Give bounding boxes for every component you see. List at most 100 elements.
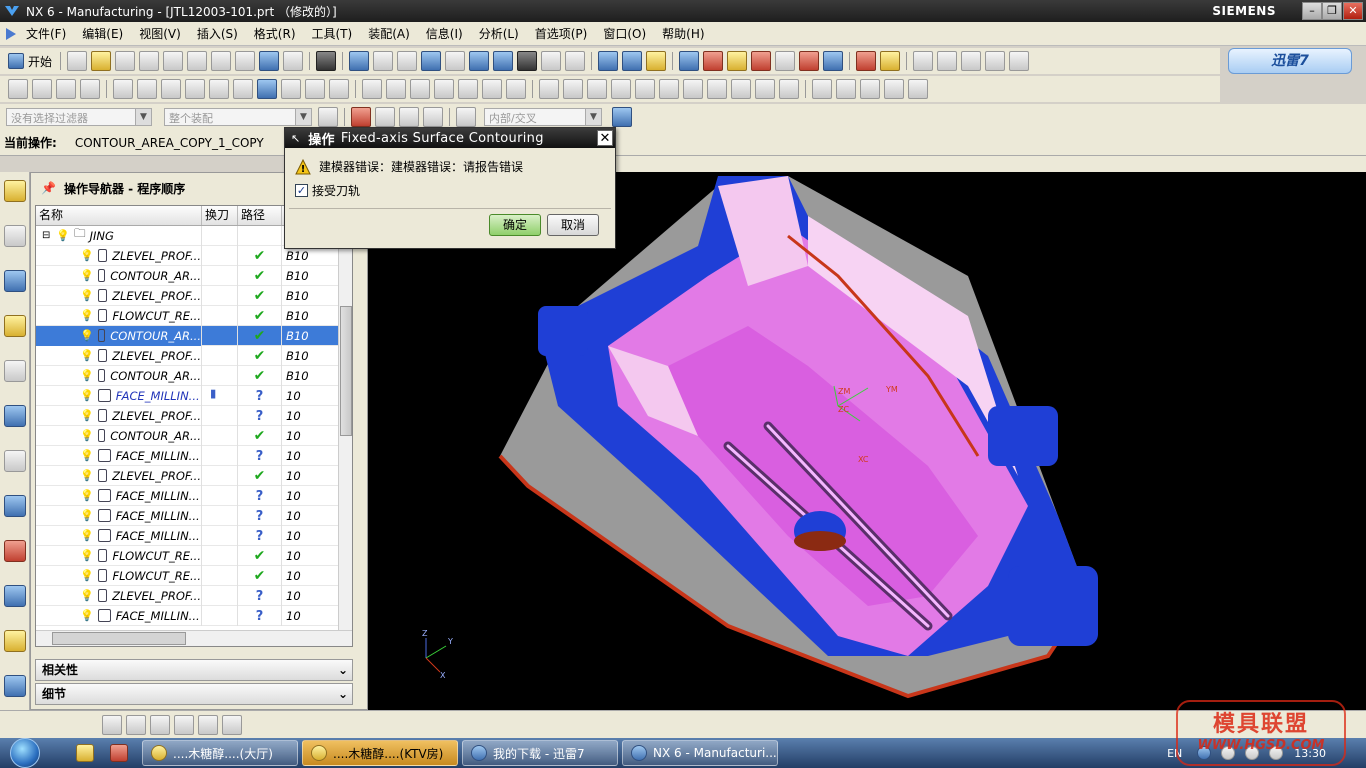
menu-insert[interactable]: 插入(S) [189,25,246,42]
machine-tool-view-icon[interactable] [137,79,157,99]
trim-icon[interactable] [884,79,904,99]
program-order-view-icon[interactable] [113,79,133,99]
menu-preferences[interactable]: 首选项(P) [527,25,596,42]
hide-icon[interactable] [985,51,1006,71]
cancel-button[interactable]: 取消 [547,214,599,236]
menu-analysis[interactable]: 分析(L) [471,25,527,42]
undo-icon[interactable] [259,51,280,71]
body-rule-icon[interactable] [423,107,443,127]
palette-tab-icon[interactable] [4,540,26,562]
edit-object-icon[interactable] [362,79,382,99]
paste-icon[interactable] [211,51,232,71]
postprocess-icon[interactable] [305,79,325,99]
ref-tool-icon[interactable] [731,79,751,99]
snap-options-icon[interactable] [351,107,371,127]
assembly-nav-tab-icon[interactable] [4,180,26,202]
process-studio-tab-icon[interactable] [4,585,26,607]
task-chat-hall[interactable]: ....木糖醇....(大厅) [142,740,298,766]
snap-quadrant-icon[interactable] [799,51,820,71]
tool-path-icon[interactable] [563,79,583,99]
list-path-icon[interactable] [281,79,301,99]
operation-row[interactable]: 💡 ZLEVEL_PROF... ✔ 10 [36,465,352,486]
ok-button[interactable]: 确定 [489,214,541,236]
create-tool-icon[interactable] [32,79,52,99]
roles-tab-icon[interactable] [4,630,26,652]
xunlei-badge[interactable]: 迅雷7 [1228,48,1352,74]
menu-window[interactable]: 窗口(O) [595,25,654,42]
menu-assembly[interactable]: 装配(A) [360,25,418,42]
operation-row[interactable]: 💡 FACE_MILLIN...? 10 [36,525,352,546]
wcs-icon[interactable] [598,51,619,71]
menu-help[interactable]: 帮助(H) [654,25,712,42]
cube-select-icon[interactable] [612,107,632,127]
info-object-icon[interactable] [611,79,631,99]
csys-icon[interactable] [198,714,218,735]
column-name[interactable]: 名称 [36,206,202,225]
repeat-command-icon[interactable] [283,51,304,71]
point-icon[interactable] [126,714,146,735]
menu-format[interactable]: 格式(R) [246,25,304,42]
horizontal-scrollbar[interactable] [36,630,352,646]
menu-file[interactable]: 文件(F) [18,25,74,42]
lock-path-icon[interactable] [779,79,799,99]
snap-center-icon[interactable] [775,51,796,71]
close-window-button[interactable]: ✕ [1343,2,1363,20]
pan-icon[interactable] [445,51,466,71]
extend-icon[interactable] [908,79,928,99]
obj-feature-icon[interactable] [635,79,655,99]
accept-path-checkbox-row[interactable]: ✓ 接受刀轨 [295,182,360,199]
media-player-icon[interactable] [110,744,128,762]
measure-distance-icon[interactable] [222,714,242,735]
geometry-view-icon[interactable] [161,79,181,99]
constraint-nav-tab-icon[interactable] [4,225,26,247]
reuse-library-tab-icon[interactable] [4,360,26,382]
operation-row[interactable]: 💡 CONTOUR_AR... ✔ 10 [36,425,352,446]
snap-mid-icon[interactable] [751,51,772,71]
operation-row[interactable]: 💡 FLOWCUT_RE... ✔ 10 [36,545,352,566]
operation-row[interactable]: 💡 FACE_MILLIN...? 10 [36,485,352,506]
shop-doc-icon[interactable] [329,79,349,99]
zoom-in-out-icon[interactable] [397,51,418,71]
operation-row[interactable]: 💡 ZLEVEL_PROF... ✔ B10 [36,245,352,266]
fit-view-icon[interactable] [349,51,370,71]
create-method-icon[interactable] [80,79,100,99]
open-file-icon[interactable] [91,51,112,71]
operation-row[interactable]: 💡 FLOWCUT_RE... ✔ 10 [36,565,352,586]
background-icon[interactable] [541,51,562,71]
invert-show-icon[interactable] [937,51,958,71]
rename-object-icon[interactable] [458,79,478,99]
new-file-icon[interactable] [67,51,88,71]
layer-icon[interactable] [565,51,586,71]
rotate-wcs-icon[interactable] [646,51,667,71]
print-icon[interactable] [139,51,160,71]
machine-nav-tab-icon[interactable] [4,315,26,337]
dialog-close-button[interactable]: ✕ [597,130,613,146]
pin-icon[interactable]: 📌 [41,181,56,195]
orient-view-icon[interactable] [493,51,514,71]
system-materials-tab-icon[interactable] [4,495,26,517]
task-chat-ktv[interactable]: ....木糖醇....(KTV房) [302,740,458,766]
operation-row[interactable]: 💡 ZLEVEL_PROF...? 10 [36,585,352,606]
generate-path-icon[interactable] [209,79,229,99]
menu-edit[interactable]: 编辑(E) [74,25,131,42]
display-object-icon[interactable] [506,79,526,99]
color-palette-icon[interactable] [880,51,901,71]
system-scenes-tab-icon[interactable] [4,675,26,697]
create-geometry-icon[interactable] [56,79,76,99]
start-button[interactable] [10,738,40,768]
column-tool-change[interactable]: 换刀 [202,206,238,225]
operation-row[interactable]: 💡 ZLEVEL_PROF... ✔ B10 [36,345,352,366]
delete-path-icon[interactable] [755,79,775,99]
cancel-x-icon[interactable] [812,79,832,99]
save-icon[interactable] [115,51,136,71]
datum-icon[interactable] [150,714,170,735]
create-program-icon[interactable] [8,79,28,99]
web-browser-tab-icon[interactable] [4,405,26,427]
operation-row[interactable]: 💡 FACE_MILLIN...? 10 [36,605,352,626]
task-nx6[interactable]: NX 6 - Manufacturi... [622,740,778,766]
operation-row[interactable]: 💡 CONTOUR_AR... ✔ B10 [36,365,352,386]
more-icon[interactable] [836,79,856,99]
operation-row[interactable]: 💡 CONTOUR_AR... ✔ B10 [36,265,352,286]
filter-settings-icon[interactable] [318,107,338,127]
face-rule-icon[interactable] [399,107,419,127]
